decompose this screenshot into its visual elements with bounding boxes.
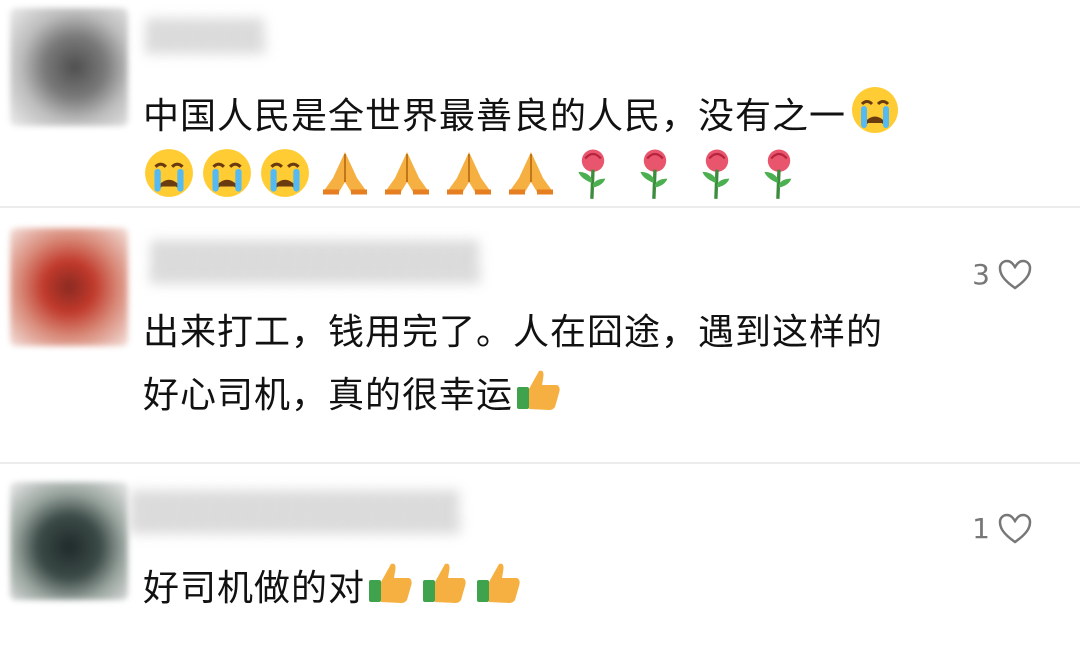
- comment-text-line: 好心司机，真的很幸运: [143, 375, 514, 416]
- heart-icon[interactable]: [998, 513, 1032, 545]
- crying-face-icon: [850, 85, 900, 151]
- comment-text-line: 中国人民是全世界最善良的人民，没有之一: [143, 96, 847, 137]
- thumbs-up-icon: [515, 365, 563, 429]
- crying-face-icon: [201, 147, 253, 215]
- folded-hands-icon: [379, 147, 435, 215]
- comment-text-line: 出来打工，钱用完了。人在囧途，遇到这样的: [143, 312, 884, 353]
- thumbs-up-icon: [421, 558, 469, 622]
- username-blurred[interactable]: [150, 240, 480, 284]
- comment-divider: [0, 462, 1080, 464]
- comment-text: 好心司机，真的很幸运: [143, 365, 569, 429]
- username-blurred[interactable]: [145, 18, 265, 54]
- crying-face-icon: [143, 147, 195, 215]
- comment-3: 1 好司机做的对: [0, 466, 1080, 653]
- avatar[interactable]: [10, 8, 128, 126]
- crying-face-icon: [259, 147, 311, 215]
- comment-divider: [0, 206, 1080, 208]
- heart-icon[interactable]: [998, 259, 1032, 291]
- avatar[interactable]: [10, 228, 128, 346]
- folded-hands-icon: [503, 147, 559, 215]
- comment-text-line: 好司机做的对: [143, 568, 366, 609]
- comment-text: 好司机做的对: [143, 558, 529, 622]
- like-count: 1: [972, 512, 990, 545]
- like-control[interactable]: 3: [972, 258, 1032, 291]
- comment-1: 中国人民是全世界最善良的人民，没有之一: [0, 0, 1080, 205]
- username-blurred[interactable]: [130, 490, 460, 534]
- comment-2: 3 出来打工，钱用完了。人在囧途，遇到这样的 好心司机，真的很幸运: [0, 210, 1080, 460]
- avatar[interactable]: [10, 482, 128, 600]
- comment-text: 中国人民是全世界最善良的人民，没有之一: [143, 85, 906, 151]
- like-control[interactable]: 1: [972, 512, 1032, 545]
- folded-hands-icon: [441, 147, 497, 215]
- thumbs-up-icon: [475, 558, 523, 622]
- like-count: 3: [972, 258, 990, 291]
- thumbs-up-icon: [367, 558, 415, 622]
- folded-hands-icon: [317, 147, 373, 215]
